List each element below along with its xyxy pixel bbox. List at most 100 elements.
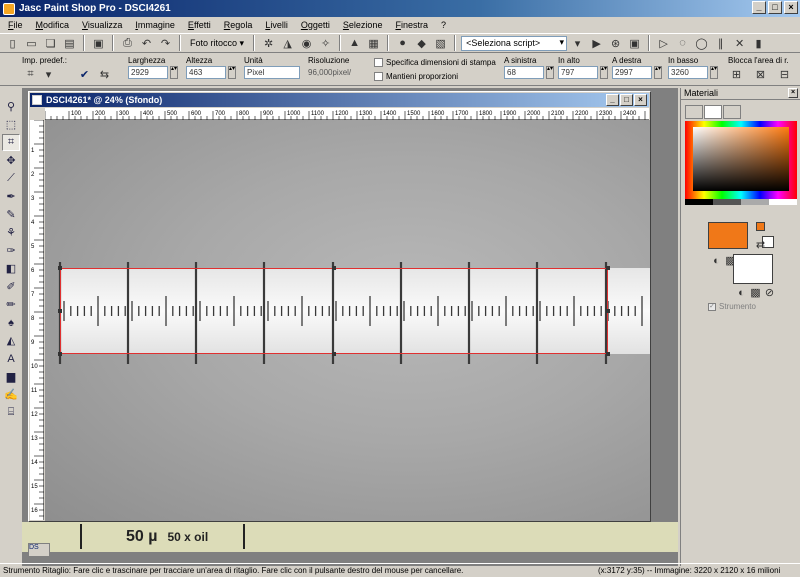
play-icon[interactable]: ▷: [655, 35, 672, 52]
left-field[interactable]: 68: [504, 66, 544, 79]
print-size-checkbox[interactable]: Specifica dimensioni di stampa: [374, 58, 496, 67]
picture-tube-icon[interactable]: ✏: [2, 296, 20, 313]
background-eraser-icon[interactable]: ✐: [2, 278, 20, 295]
crop-handle-right[interactable]: [606, 309, 610, 313]
redo-icon[interactable]: ↷: [157, 35, 174, 52]
snap-icon[interactable]: ⇆: [96, 66, 113, 83]
height-spinner[interactable]: ▴▾: [228, 66, 236, 79]
instrument-checkbox[interactable]: ✓ Strumento: [708, 302, 756, 311]
layers-palette-icon[interactable]: ●: [394, 35, 411, 52]
airbrush-tool-icon[interactable]: ♠: [2, 314, 20, 331]
menu-effects[interactable]: Effetti: [184, 20, 220, 30]
left-spinner[interactable]: ▴▾: [546, 66, 554, 79]
overview-icon[interactable]: ▦: [365, 35, 382, 52]
foreground-mini-swatch[interactable]: [756, 222, 765, 231]
clone-tool-icon[interactable]: ⚘: [2, 224, 20, 241]
script-edit-icon[interactable]: ▣: [626, 35, 643, 52]
script-select[interactable]: <Seleziona script>: [461, 35, 568, 51]
menu-window[interactable]: Finestra: [391, 20, 437, 30]
scan-icon[interactable]: ▤: [61, 35, 78, 52]
record-icon[interactable]: ◯: [693, 35, 710, 52]
object-selector-icon[interactable]: ⌸: [2, 404, 20, 421]
width-field[interactable]: 2929: [128, 66, 168, 79]
script-dropdown-icon[interactable]: ▾: [569, 35, 586, 52]
menu-selection[interactable]: Selezione: [339, 20, 392, 30]
close-button[interactable]: ×: [784, 1, 798, 14]
crop-handle-top-right[interactable]: [606, 266, 610, 270]
menu-edit[interactable]: Modifica: [32, 20, 79, 30]
keep-ratio-box[interactable]: [374, 72, 383, 81]
image-close-button[interactable]: ×: [634, 94, 647, 106]
selection-tool-icon[interactable]: ⬚: [2, 116, 20, 133]
lock-image-icon[interactable]: ⊞: [728, 66, 745, 83]
preset-dropdown-icon[interactable]: ▾: [40, 66, 57, 83]
minimized-document[interactable]: DS: [28, 543, 50, 557]
print-size-box[interactable]: [374, 58, 383, 67]
fill-tool-icon[interactable]: ◭: [2, 332, 20, 349]
apply-check-icon[interactable]: ✔: [76, 66, 93, 83]
photo-retouch-dropdown[interactable]: Foto ritocco ▾: [186, 36, 248, 51]
save-script-icon[interactable]: ▮: [750, 35, 767, 52]
menu-help[interactable]: ?: [437, 20, 455, 30]
tab-swatches[interactable]: [723, 105, 741, 119]
crop-handle-top[interactable]: [332, 266, 336, 270]
eraser-tool-icon[interactable]: ◧: [2, 260, 20, 277]
color-picker[interactable]: [685, 121, 797, 205]
move-tool-icon[interactable]: ✥: [2, 152, 20, 169]
adjust-icon[interactable]: ✲: [260, 35, 277, 52]
run-script-icon[interactable]: ▶: [588, 35, 605, 52]
text-tool-icon[interactable]: A: [2, 350, 20, 367]
image-window-title-bar[interactable]: DSCI4261* @ 24% (Sfondo) _ □ ×: [30, 93, 649, 107]
menu-layers[interactable]: Livelli: [261, 20, 297, 30]
pen-tool-icon[interactable]: ✍: [2, 386, 20, 403]
foreground-color-swatch[interactable]: [708, 222, 748, 249]
materials-palette-icon[interactable]: ◆: [413, 35, 430, 52]
minimize-button[interactable]: _: [752, 1, 766, 14]
background-color-swatch[interactable]: [733, 254, 773, 284]
maximize-button[interactable]: □: [768, 1, 782, 14]
clone-icon[interactable]: ✧: [317, 35, 334, 52]
crop-handle-bottom[interactable]: [332, 352, 336, 356]
lock-layer-icon[interactable]: ⊠: [752, 66, 769, 83]
image-icon[interactable]: ▧: [432, 35, 449, 52]
tab-frame[interactable]: [685, 105, 703, 119]
tab-rainbow[interactable]: [704, 105, 722, 119]
unit-select[interactable]: Pixel: [244, 66, 300, 79]
menu-objects[interactable]: Oggetti: [297, 20, 339, 30]
script-interactive-icon[interactable]: ⊛: [607, 35, 624, 52]
brush-tool-icon[interactable]: ✎: [2, 206, 20, 223]
open-folder-icon[interactable]: ▭: [23, 35, 40, 52]
image-minimize-button[interactable]: _: [606, 94, 619, 106]
image-maximize-button[interactable]: □: [620, 94, 633, 106]
save-icon[interactable]: ▣: [90, 35, 107, 52]
pause-icon[interactable]: ∥: [712, 35, 729, 52]
crop-handle-left[interactable]: [58, 309, 62, 313]
right-field[interactable]: 2997: [612, 66, 652, 79]
red-eye-icon[interactable]: ◉: [298, 35, 315, 52]
stop-script-icon[interactable]: ◌: [674, 35, 691, 52]
image-canvas[interactable]: [45, 120, 650, 521]
crop-handle-bottom-right[interactable]: [606, 352, 610, 356]
print-icon[interactable]: ⎙: [119, 35, 136, 52]
menu-view[interactable]: Visualizza: [78, 20, 131, 30]
width-spinner[interactable]: ▴▾: [170, 66, 178, 79]
right-spinner[interactable]: ▴▾: [654, 66, 662, 79]
crop-tool-icon[interactable]: ⌗: [2, 134, 20, 151]
bottom-spinner[interactable]: ▴▾: [710, 66, 718, 79]
crop-rectangle[interactable]: [58, 266, 610, 356]
new-file-icon[interactable]: ▯: [4, 35, 21, 52]
menu-image[interactable]: Immagine: [131, 20, 184, 30]
dropper-tool-icon[interactable]: ✒: [2, 188, 20, 205]
zoom-tool-icon[interactable]: ⚲: [2, 98, 20, 115]
crop-handle-bottom-left[interactable]: [58, 352, 62, 356]
browse-icon[interactable]: ❏: [42, 35, 59, 52]
crop-handle-top-left[interactable]: [58, 266, 62, 270]
keep-ratio-checkbox[interactable]: Mantieni proporzioni: [374, 72, 458, 81]
straighten-tool-icon[interactable]: ⟋: [2, 170, 20, 187]
lock-selection-icon[interactable]: ⊟: [776, 66, 793, 83]
shape-tool-icon[interactable]: ▆: [2, 368, 20, 385]
replace-color-tool-icon[interactable]: ✑: [2, 242, 20, 259]
bottom-field[interactable]: 3260: [668, 66, 708, 79]
histogram-icon[interactable]: ▲: [346, 35, 363, 52]
swap-colors-icon[interactable]: ⇄: [752, 236, 769, 253]
